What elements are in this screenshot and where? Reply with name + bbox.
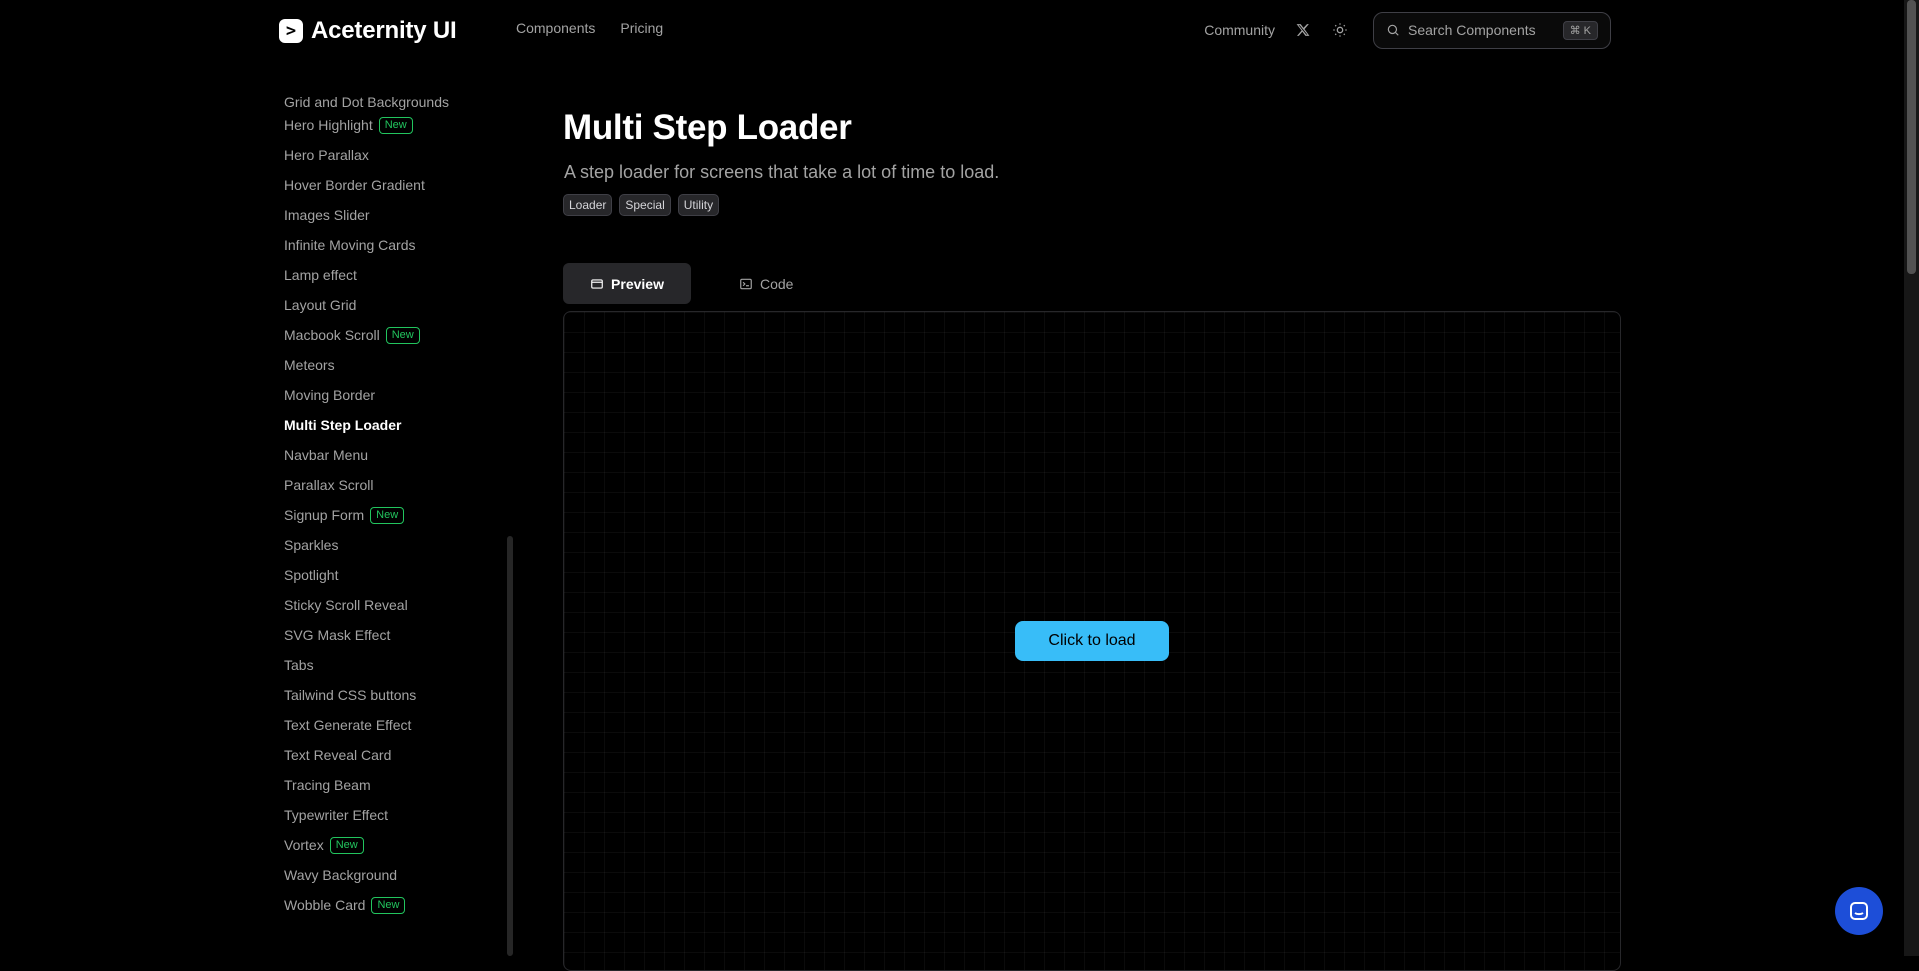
sidebar-item-parallax-scroll[interactable]: Parallax Scroll: [284, 470, 449, 500]
sidebar-item-label: Sticky Scroll Reveal: [284, 597, 408, 613]
sidebar-item-label: Images Slider: [284, 207, 370, 223]
sidebar-item-hover-border-gradient[interactable]: Hover Border Gradient: [284, 170, 449, 200]
sidebar-item-hero-highlight[interactable]: Hero Highlight New: [284, 110, 449, 140]
page-subtitle: A step loader for screens that take a lo…: [564, 162, 1000, 182]
search-icon: [1386, 23, 1400, 37]
tag-utility: Utility: [677, 194, 720, 216]
brand-link[interactable]: > Aceternity UI: [279, 16, 457, 46]
tag-special: Special: [619, 194, 671, 216]
sidebar-item-vortex[interactable]: Vortex New: [284, 830, 449, 860]
window-icon: [590, 277, 604, 291]
sidebar-item-infinite-moving-cards[interactable]: Infinite Moving Cards: [284, 230, 449, 260]
sidebar-item-label: Hero Highlight: [284, 117, 373, 133]
sidebar-item-text-generate-effect[interactable]: Text Generate Effect: [284, 710, 449, 740]
search-shortcut-badge: ⌘ K: [1562, 20, 1598, 40]
sidebar-item-label: Navbar Menu: [284, 447, 369, 463]
tab-code[interactable]: Code: [691, 263, 823, 304]
page-title: Multi Step Loader: [563, 108, 852, 147]
search-components-button[interactable]: Search Components ⌘ K: [1373, 11, 1611, 49]
sidebar-item-hero-parallax[interactable]: Hero Parallax: [284, 140, 449, 170]
new-badge: New: [329, 836, 364, 854]
tab-preview[interactable]: Preview: [563, 263, 691, 304]
sidebar-item-macbook-scroll[interactable]: Macbook Scroll New: [284, 320, 449, 350]
sidebar-item-multi-step-loader[interactable]: Multi Step Loader: [284, 410, 449, 440]
sidebar-item-label: Lamp effect: [284, 267, 357, 283]
sidebar-item-svg-mask-effect[interactable]: SVG Mask Effect: [284, 620, 449, 650]
sidebar-item-label: Wobble Card: [284, 897, 366, 913]
sidebar-item-moving-border[interactable]: Moving Border: [284, 380, 449, 410]
sidebar-item-label: Grid and Dot Backgrounds: [284, 96, 449, 110]
sidebar-item-navbar-menu[interactable]: Navbar Menu: [284, 440, 449, 470]
chat-icon: [1847, 899, 1871, 923]
sidebar-item-spotlight[interactable]: Spotlight: [284, 560, 449, 590]
nav-components-link[interactable]: Components: [516, 20, 595, 36]
theme-toggle-sun-icon[interactable]: [1331, 21, 1349, 39]
sidebar-item-sticky-scroll-reveal[interactable]: Sticky Scroll Reveal: [284, 590, 449, 620]
sidebar-item-label: Infinite Moving Cards: [284, 237, 416, 253]
sidebar-item-text-reveal-card[interactable]: Text Reveal Card: [284, 740, 449, 770]
sidebar-item-label: Signup Form: [284, 507, 365, 523]
sidebar-scrollbar[interactable]: [507, 536, 513, 956]
chat-support-button[interactable]: [1835, 887, 1883, 935]
sidebar-item-label: Tracing Beam: [284, 777, 371, 793]
sidebar: Grid and Dot Backgrounds Hero Highlight Ne…: [272, 96, 516, 956]
sidebar-item-wavy-background[interactable]: Wavy Background: [284, 860, 449, 890]
new-badge: New: [370, 506, 405, 524]
sidebar-item-label: Macbook Scroll: [284, 327, 380, 343]
sidebar-item-sparkles[interactable]: Sparkles: [284, 530, 449, 560]
sidebar-item-label: Spotlight: [284, 567, 339, 583]
sidebar-item-tabs[interactable]: Tabs: [284, 650, 449, 680]
tab-preview-label: Preview: [611, 275, 664, 292]
new-badge: New: [371, 896, 406, 914]
page-scrollbar-thumb[interactable]: [1907, 0, 1916, 274]
sidebar-item-label: Hover Border Gradient: [284, 177, 425, 193]
sidebar-list: Grid and Dot Backgrounds Hero Highlight Ne…: [284, 96, 449, 920]
sidebar-item-label: Text Reveal Card: [284, 747, 392, 763]
new-badge: New: [378, 116, 413, 134]
sidebar-item-images-slider[interactable]: Images Slider: [284, 200, 449, 230]
preview-panel: Click to load: [563, 311, 1621, 971]
sidebar-item-label: SVG Mask Effect: [284, 627, 391, 643]
tag-list: Loader Special Utility: [563, 194, 720, 216]
tab-code-label: Code: [760, 275, 794, 292]
search-label: Search Components: [1408, 22, 1536, 38]
x-twitter-icon[interactable]: [1295, 22, 1311, 38]
sidebar-item-label: Layout Grid: [284, 297, 357, 313]
sidebar-item-layout-grid[interactable]: Layout Grid: [284, 290, 449, 320]
sidebar-item-label: Multi Step Loader: [284, 417, 402, 433]
sidebar-item-label: Hero Parallax: [284, 147, 369, 163]
sidebar-item-label: Typewriter Effect: [284, 807, 389, 823]
community-link[interactable]: Community: [1204, 22, 1275, 38]
sidebar-item-tracing-beam[interactable]: Tracing Beam: [284, 770, 449, 800]
sidebar-item-grid-and-dot-backgrounds[interactable]: Grid and Dot Backgrounds: [284, 96, 449, 110]
top-navbar: > Aceternity UI Components Pricing Commu…: [0, 0, 1904, 60]
sidebar-item-label: Parallax Scroll: [284, 477, 374, 493]
header-actions: Community Search Components ⌘ K: [1204, 11, 1611, 49]
sidebar-item-signup-form[interactable]: Signup Form New: [284, 500, 449, 530]
sidebar-item-label: Sparkles: [284, 537, 339, 553]
sidebar-item-label: Tabs: [284, 657, 314, 673]
sidebar-item-label: Meteors: [284, 357, 335, 373]
brand-logo-icon: >: [279, 19, 303, 43]
nav-pricing-link[interactable]: Pricing: [620, 20, 663, 36]
terminal-icon: [739, 277, 753, 291]
sidebar-item-tailwind-css-buttons[interactable]: Tailwind CSS buttons: [284, 680, 449, 710]
sidebar-item-typewriter-effect[interactable]: Typewriter Effect: [284, 800, 449, 830]
sidebar-item-label: Wavy Background: [284, 867, 398, 883]
sidebar-item-label: Text Generate Effect: [284, 717, 412, 733]
click-to-load-button[interactable]: Click to load: [1015, 621, 1169, 661]
sidebar-item-label: Vortex: [284, 837, 324, 853]
sidebar-item-label: Tailwind CSS buttons: [284, 687, 417, 703]
new-badge: New: [385, 326, 420, 344]
sidebar-item-meteors[interactable]: Meteors: [284, 350, 449, 380]
tag-loader: Loader: [563, 194, 613, 216]
sidebar-item-label: Moving Border: [284, 387, 376, 403]
sidebar-item-wobble-card[interactable]: Wobble Card New: [284, 890, 449, 920]
nav-links: Components Pricing: [516, 20, 663, 36]
preview-code-tabs: Preview Code: [563, 263, 823, 304]
sidebar-item-lamp-effect[interactable]: Lamp effect: [284, 260, 449, 290]
brand-name: Aceternity UI: [311, 17, 457, 44]
